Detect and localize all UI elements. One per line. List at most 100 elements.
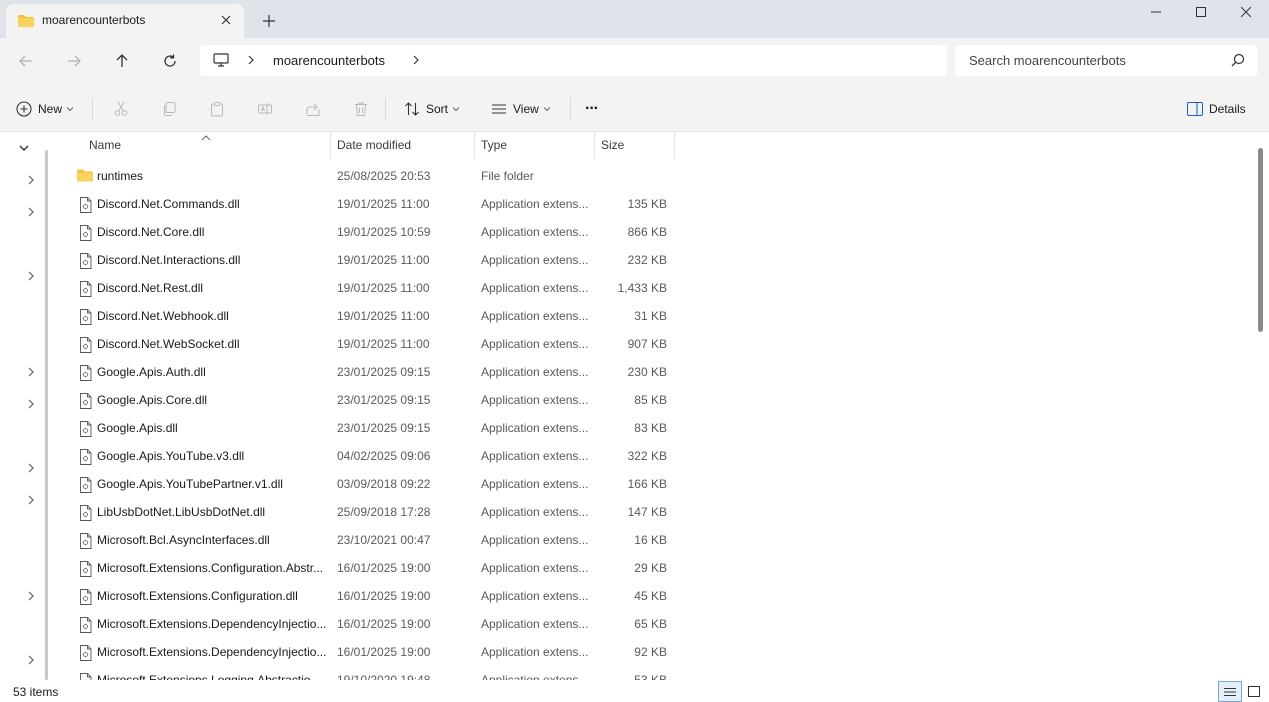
chevron-down-icon[interactable]	[17, 141, 31, 155]
file-date-modified: 23/01/2025 09:15	[337, 365, 431, 379]
file-row[interactable]: Discord.Net.Webhook.dll 19/01/2025 11:00 A…	[56, 302, 696, 330]
file-row[interactable]: Microsoft.Bcl.AsyncInterfaces.dll 23/10/2…	[56, 526, 696, 554]
delete-button[interactable]	[353, 96, 369, 122]
chevron-down-icon	[452, 107, 460, 112]
file-size: 322 KB	[627, 449, 667, 463]
chevron-right-icon[interactable]	[24, 589, 38, 603]
file-row[interactable]: Microsoft.Extensions.Configuration.Abstr…	[56, 554, 696, 582]
minimize-button[interactable]	[1133, 0, 1179, 24]
chevron-down-icon	[66, 107, 74, 112]
share-button[interactable]	[305, 96, 321, 122]
chevron-right-icon[interactable]	[24, 205, 38, 219]
column-divider[interactable]	[474, 132, 475, 158]
this-pc-icon[interactable]	[213, 52, 229, 71]
chevron-right-icon[interactable]	[24, 653, 38, 667]
view-button[interactable]: View	[491, 96, 551, 122]
file-date-modified: 16/01/2025 19:00	[337, 617, 431, 631]
chevron-right-icon[interactable]	[24, 493, 38, 507]
toolbar-divider	[385, 98, 386, 120]
copy-button[interactable]	[161, 96, 177, 122]
column-header-type[interactable]: Type	[481, 132, 591, 158]
file-type: Application extens...	[481, 589, 589, 603]
sort-button[interactable]: Sort	[404, 96, 460, 122]
file-size: 65 KB	[634, 617, 667, 631]
maximize-button[interactable]	[1178, 0, 1224, 24]
file-row[interactable]: Discord.Net.Commands.dll 19/01/2025 11:00…	[56, 190, 696, 218]
chevron-right-icon[interactable]	[24, 173, 38, 187]
details-view-icon	[1224, 687, 1236, 696]
file-row[interactable]: Google.Apis.YouTube.v3.dll 04/02/2025 09:…	[56, 442, 696, 470]
paste-button[interactable]	[209, 96, 225, 122]
item-count: 53 items	[13, 685, 59, 699]
file-size: 31 KB	[634, 309, 667, 323]
add-circle-icon	[16, 101, 32, 117]
sort-label: Sort	[426, 102, 449, 116]
file-size: 1,433 KB	[617, 281, 667, 295]
content-scrollbar[interactable]	[1258, 148, 1263, 332]
forward-button[interactable]	[60, 48, 88, 74]
file-size: 83 KB	[634, 421, 667, 435]
file-row[interactable]: Google.Apis.dll 23/01/2025 09:15 Applicati…	[56, 414, 696, 442]
chevron-right-icon[interactable]	[24, 365, 38, 379]
file-row[interactable]: Microsoft.Extensions.DependencyInjectio.…	[56, 638, 696, 666]
tiles-view-button[interactable]	[1242, 681, 1266, 702]
search-icon[interactable]	[1231, 53, 1245, 70]
column-header-name[interactable]: Name	[89, 132, 329, 158]
column-divider[interactable]	[330, 132, 331, 158]
tiles-view-icon	[1248, 686, 1260, 697]
column-header-size[interactable]: Size	[601, 132, 671, 158]
file-type: File folder	[481, 169, 534, 183]
details-pane-button[interactable]: Details	[1187, 96, 1246, 122]
file-row[interactable]: Google.Apis.Auth.dll 23/01/2025 09:15 Appl…	[56, 358, 696, 386]
file-date-modified: 16/01/2025 19:00	[337, 645, 431, 659]
new-button[interactable]: New	[16, 96, 74, 122]
chevron-right-icon[interactable]	[24, 397, 38, 411]
breadcrumb-chevron-icon[interactable]	[246, 53, 256, 70]
cut-button[interactable]	[113, 96, 129, 122]
file-row[interactable]: Discord.Net.Core.dll 19/01/2025 10:59 Appl…	[56, 218, 696, 246]
file-date-modified: 19/01/2025 11:00	[337, 337, 430, 351]
file-row[interactable]: Google.Apis.YouTubePartner.v1.dll 03/09/2…	[56, 470, 696, 498]
back-button[interactable]	[12, 48, 40, 74]
file-row[interactable]: Microsoft.Extensions.Configuration.dll 16…	[56, 582, 696, 610]
chevron-right-icon[interactable]	[24, 461, 38, 475]
file-size: 907 KB	[627, 337, 667, 351]
chevron-right-icon[interactable]	[24, 269, 38, 283]
details-view-button[interactable]	[1218, 681, 1242, 702]
file-row[interactable]: Discord.Net.Rest.dll 19/01/2025 11:00 Appl…	[56, 274, 696, 302]
close-tab-icon[interactable]	[216, 10, 236, 30]
tab-moarencounterbots[interactable]: moarencounterbots	[6, 4, 244, 38]
dll-file-icon	[79, 421, 92, 440]
file-name: Discord.Net.Interactions.dll	[97, 253, 241, 267]
dll-file-icon	[79, 365, 92, 384]
file-name: Google.Apis.dll	[97, 421, 178, 435]
up-button[interactable]	[108, 48, 136, 74]
folder-row[interactable]: runtimes 25/08/2025 20:53 File folder	[56, 162, 696, 190]
tab-title: moarencounterbots	[42, 13, 146, 27]
column-header-date[interactable]: Date modified	[337, 132, 472, 158]
file-row[interactable]: Discord.Net.Interactions.dll 19/01/2025 1…	[56, 246, 696, 274]
dll-file-icon	[79, 337, 92, 356]
file-date-modified: 23/01/2025 09:15	[337, 421, 431, 435]
dll-file-icon	[79, 673, 92, 680]
file-row[interactable]: Microsoft.Extensions.Logging.Abstractio.…	[56, 666, 696, 680]
file-row[interactable]: LibUsbDotNet.LibUsbDotNet.dll 25/09/2018 …	[56, 498, 696, 526]
refresh-button[interactable]	[156, 48, 184, 74]
new-tab-button[interactable]	[258, 10, 280, 32]
breadcrumb-moarencounterbots[interactable]: moarencounterbots	[273, 53, 385, 68]
dll-file-icon	[79, 561, 92, 580]
column-divider[interactable]	[674, 132, 675, 158]
rename-button[interactable]	[257, 96, 273, 122]
folder-icon	[17, 13, 35, 32]
file-type: Application extens...	[481, 617, 589, 631]
nav-scrollbar[interactable]	[45, 150, 48, 680]
close-window-button[interactable]	[1223, 0, 1269, 24]
file-row[interactable]: Discord.Net.WebSocket.dll 19/01/2025 11:0…	[56, 330, 696, 358]
more-options-button[interactable]: ···	[585, 96, 599, 122]
search-input[interactable]	[955, 45, 1225, 76]
file-row[interactable]: Google.Apis.Core.dll 23/01/2025 09:15 Appl…	[56, 386, 696, 414]
address-bar[interactable]: moarencounterbots	[200, 45, 947, 76]
column-divider[interactable]	[594, 132, 595, 158]
file-row[interactable]: Microsoft.Extensions.DependencyInjectio.…	[56, 610, 696, 638]
breadcrumb-chevron-icon[interactable]	[411, 53, 421, 70]
